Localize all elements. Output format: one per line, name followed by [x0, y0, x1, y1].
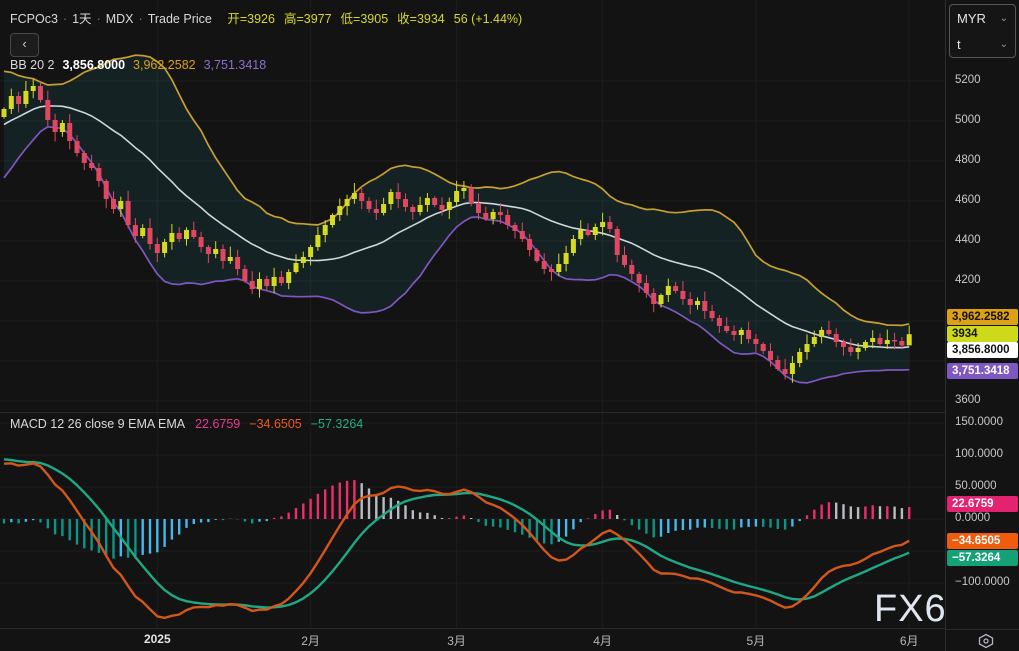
price-tick-label: 5000 [955, 114, 981, 126]
high-value: 高=3977 [283, 12, 332, 26]
time-tick-label: 2025 [143, 632, 171, 646]
low-value: 低=3905 [340, 12, 389, 26]
ohlc-values: 开=3926 高=3977 低=3905 收=3934 56 (+1.44%) [227, 12, 531, 26]
last-price-badge: 3934 [947, 326, 1018, 343]
macd-tick-label: 150.0000 [955, 416, 1003, 428]
close-value: 收=3934 [397, 12, 445, 26]
symbol-header: FCPOc3 · 1天 · MDX · Trade Price 开=3926 高=3977 低=… [10, 8, 531, 27]
bb-upper-value: 3,962.2582 [133, 58, 196, 72]
macd-tick-label: 0.0000 [955, 512, 991, 524]
pane-divider[interactable] [0, 412, 1019, 413]
trading-chart-app: FCPOc3 · 1天 · MDX · Trade Price 开=3926 高=3977 低=… [0, 0, 1019, 651]
axis-unit-box: MYR ⌄ t ⌄ [949, 4, 1016, 58]
time-tick-label: 2月 [301, 634, 320, 648]
bb-basis-price-badge: 3,856.8000 [947, 342, 1018, 359]
macd-line-value: −34.6505 [249, 417, 302, 431]
macd-signal-value: −57.3264 [310, 417, 364, 431]
back-button[interactable]: ‹ [10, 33, 39, 57]
time-axis[interactable]: 2025 2月 3月 4月 5月 6月 [0, 629, 945, 651]
price-tick-label: 4400 [955, 234, 981, 246]
change-value: 56 (+1.44%) [453, 12, 523, 26]
macd-tick-label: −100.0000 [955, 576, 1010, 588]
bb-upper-price-badge: 3,962.2582 [947, 309, 1018, 326]
settings-icon[interactable] [976, 633, 996, 649]
series-type-label: Trade Price [147, 12, 212, 26]
chevron-left-icon: ‹ [22, 36, 27, 51]
macd-tick-label: 100.0000 [955, 448, 1003, 460]
price-tick-label: 4200 [955, 274, 981, 286]
unit-dropdown[interactable]: t ⌄ [950, 31, 1015, 57]
time-tick-label: 6月 [899, 634, 919, 648]
bb-label: BB 20 2 [10, 58, 55, 72]
macd-hist-badge: 22.6759 [947, 496, 1018, 513]
macd-indicator-legend[interactable]: MACD 12 26 close 9 EMA EMA 22.6759 −34.650… [10, 417, 363, 431]
macd-chart-pane[interactable] [0, 413, 946, 628]
macd-line-badge: −34.6505 [947, 533, 1018, 550]
bb-basis-value: 3,856.8000 [62, 58, 126, 72]
price-tick-label: 5200 [955, 74, 981, 86]
macd-tick-label: 50.0000 [955, 480, 997, 492]
axis-corner [945, 629, 1019, 651]
macd-hist-value: 22.6759 [195, 417, 241, 431]
price-tick-label: 3600 [955, 394, 981, 406]
separator-dot: · [96, 12, 101, 26]
unit-value: t [957, 36, 961, 52]
price-axis[interactable]: MYR ⌄ t ⌄ 3,962.2582 3934 3,856.8000 3,7… [945, 0, 1019, 651]
bb-lower-price-badge: 3,751.3418 [947, 362, 1018, 379]
exchange-label: MDX [105, 12, 134, 26]
separator-dot: · [62, 12, 68, 26]
interval-label[interactable]: 1天 [72, 12, 91, 26]
chevron-down-icon: ⌄ [999, 38, 1008, 50]
bb-indicator-legend[interactable]: BB 20 2 3,856.8000 3,962.2582 3,751.3418 [10, 58, 266, 72]
macd-signal-badge: −57.3264 [947, 550, 1018, 567]
bb-lower-value: 3,751.3418 [203, 58, 267, 72]
currency-value: MYR [957, 10, 986, 26]
chevron-down-icon: ⌄ [999, 12, 1008, 24]
price-tick-label: 4600 [955, 194, 981, 206]
time-tick-label: 3月 [447, 634, 466, 648]
open-value: 开=3926 [227, 12, 275, 26]
time-tick-label: 5月 [746, 634, 766, 648]
symbol-name[interactable]: FCPOc3 [10, 12, 58, 26]
price-tick-label: 4800 [955, 154, 981, 166]
separator-dot: · [138, 12, 143, 26]
macd-label: MACD 12 26 close 9 EMA EMA [10, 417, 186, 431]
time-tick-label: 4月 [593, 634, 612, 648]
currency-dropdown[interactable]: MYR ⌄ [950, 5, 1015, 31]
